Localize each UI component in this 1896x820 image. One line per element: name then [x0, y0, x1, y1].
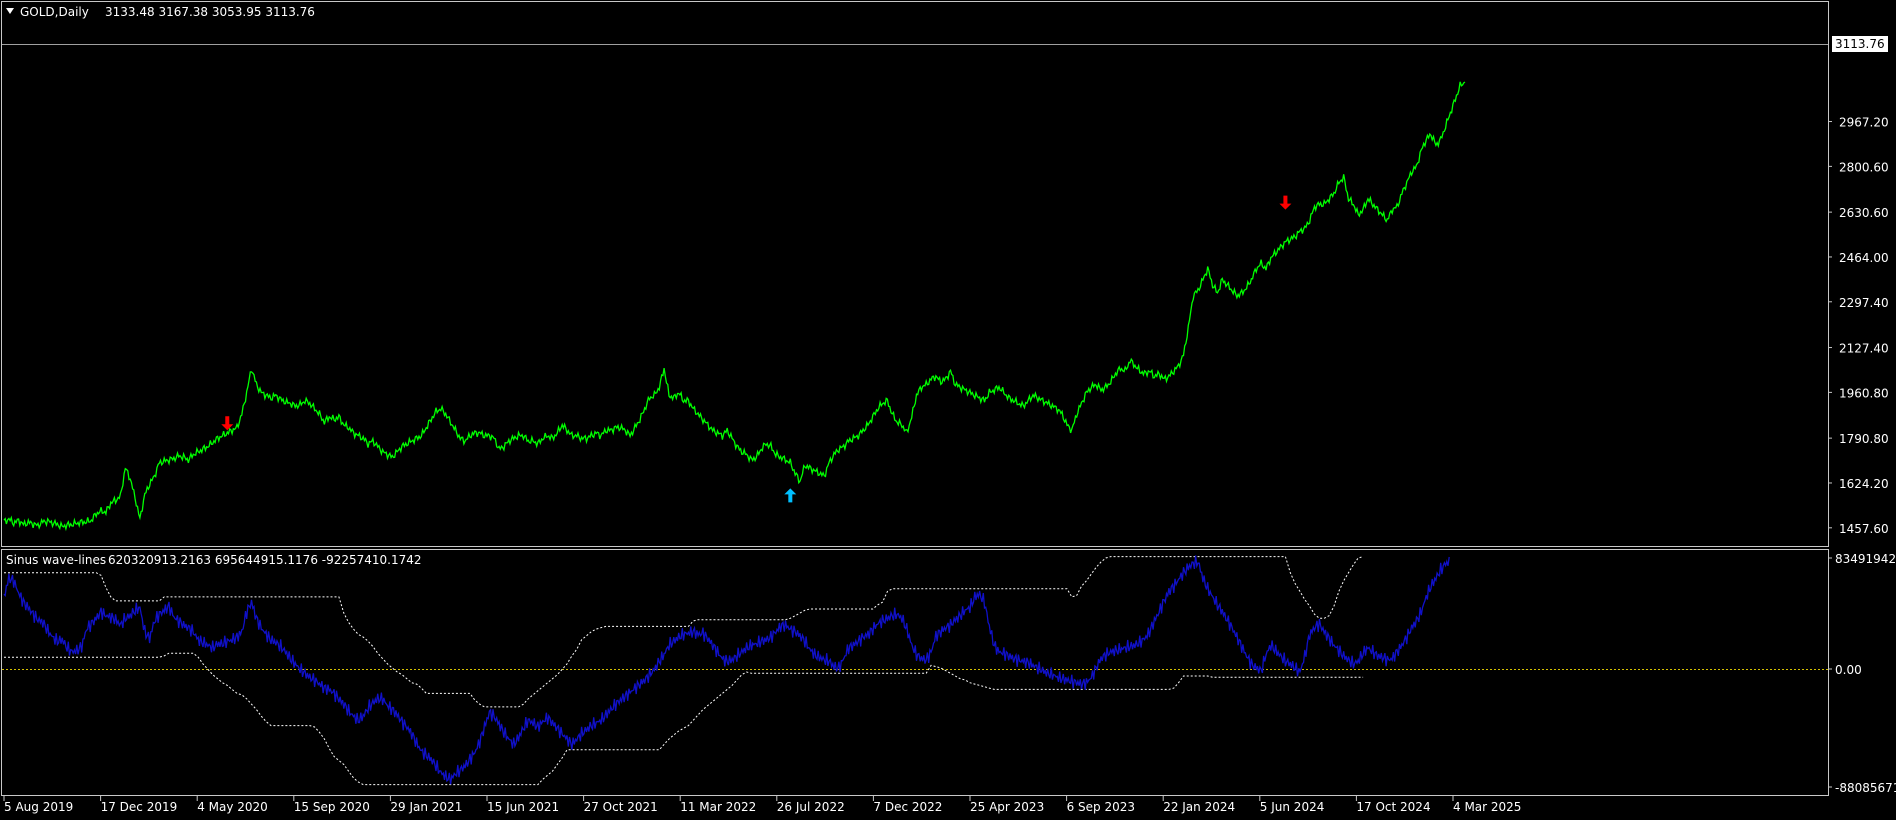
chart-ohlc-values: 3133.48 3167.38 3053.95 3113.76	[105, 5, 315, 19]
time-axis-label: 26 Jul 2022	[777, 800, 845, 814]
time-axis-label: 17 Dec 2019	[101, 800, 178, 814]
time-axis-label: 5 Aug 2019	[4, 800, 73, 814]
main-chart-frame	[1, 1, 1829, 547]
price-axis-label: 2297.40	[1839, 296, 1889, 310]
price-axis-label: 1960.80	[1839, 386, 1889, 400]
price-axis-label: 2464.00	[1839, 251, 1889, 265]
indicator-frame	[1, 549, 1829, 796]
terminal-chart-window: GOLD,Daily 3133.48 3167.38 3053.95 3113.…	[0, 0, 1896, 820]
time-axis-label: 4 Mar 2025	[1453, 800, 1521, 814]
indicator-axis-zero-label: 0.00	[1835, 663, 1862, 677]
indicator-axis-bottom-label: -88085671	[1835, 781, 1896, 795]
time-axis-label: 7 Dec 2022	[873, 800, 942, 814]
indicator-axis-top-label: 834919422	[1835, 552, 1896, 566]
time-axis-label: 22 Jan 2024	[1163, 800, 1235, 814]
price-axis-label: 1624.20	[1839, 477, 1889, 491]
time-axis-label: 11 Mar 2022	[680, 800, 756, 814]
time-axis-label: 4 May 2020	[197, 800, 268, 814]
price-axis: 2967.20 2800.60 2630.60 2464.00 2297.40 2127.…	[1828, 116, 1889, 536]
price-axis-label: 1457.60	[1839, 522, 1889, 536]
indicator-name: Sinus wave-lines	[6, 553, 106, 567]
time-axis-label: 25 Apr 2023	[970, 800, 1044, 814]
time-axis-label: 15 Jun 2021	[487, 800, 559, 814]
price-axis-label: 1790.80	[1839, 432, 1889, 446]
current-price-label: 3113.76	[1835, 37, 1885, 51]
indicator-values: 620320913.2163 695644915.1176 -92257410.…	[108, 553, 422, 567]
time-axis-label: 15 Sep 2020	[294, 800, 370, 814]
time-axis: 5 Aug 2019 17 Dec 2019 4 May 2020 15 Sep 20…	[3, 796, 1521, 814]
time-axis-label: 5 Jun 2024	[1260, 800, 1325, 814]
time-axis-label: 17 Oct 2024	[1356, 800, 1430, 814]
price-axis-label: 2800.60	[1839, 160, 1889, 174]
time-axis-label: 6 Sep 2023	[1067, 800, 1135, 814]
time-axis-label: 29 Jan 2021	[390, 800, 462, 814]
price-axis-label: 2967.20	[1839, 116, 1889, 130]
price-axis-label: 2127.40	[1839, 342, 1889, 356]
price-axis-label: 2630.60	[1839, 206, 1889, 220]
time-axis-label: 27 Oct 2021	[584, 800, 658, 814]
chart-symbol-title: GOLD,Daily	[20, 5, 89, 19]
chart-canvas[interactable]: GOLD,Daily 3133.48 3167.38 3053.95 3113.…	[0, 0, 1896, 820]
